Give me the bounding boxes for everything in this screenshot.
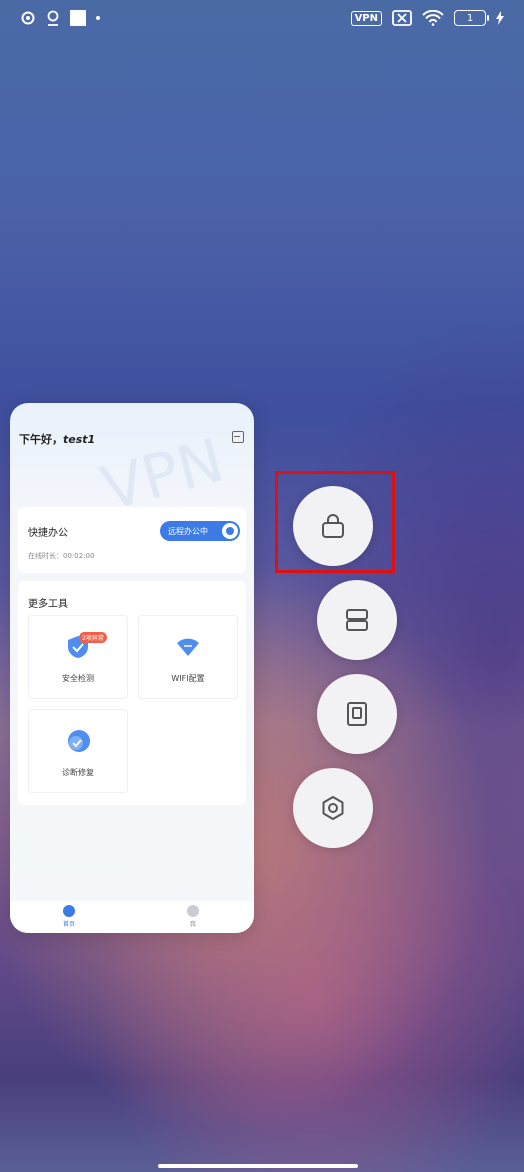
background-watermark: VPN — [95, 426, 231, 513]
tool-wifi-config[interactable]: WIFI配置 — [138, 615, 238, 699]
charging-icon — [496, 11, 504, 25]
split-screen-icon — [346, 609, 368, 631]
wifi-icon — [422, 10, 444, 26]
notification-icon — [70, 10, 86, 26]
tab-home[interactable]: 首页 — [54, 905, 84, 928]
tool-label: WIFI配置 — [171, 674, 205, 683]
wifi-config-icon — [177, 638, 199, 656]
scan-icon[interactable] — [232, 431, 244, 443]
quick-office-title: 快捷办公 — [28, 528, 68, 539]
tool-label: 诊断修复 — [62, 768, 94, 777]
more-dot-icon — [96, 16, 100, 20]
home-indicator[interactable] — [158, 1164, 358, 1168]
toggle-label: 远程办公中 — [168, 526, 208, 536]
location-icon — [47, 10, 59, 26]
highlight-box — [275, 471, 395, 573]
settings-icon — [322, 796, 344, 820]
toggle-knob — [222, 523, 238, 539]
tool-diagnose-repair[interactable]: 诊断修复 — [28, 709, 128, 793]
no-sim-icon — [392, 10, 412, 26]
online-duration: 在线时长：00:02:00 — [28, 552, 95, 560]
floating-window-button[interactable] — [317, 674, 397, 754]
svg-text:VPN: VPN — [95, 426, 231, 513]
remote-office-toggle[interactable]: 远程办公中 — [160, 521, 240, 541]
tool-security-check[interactable]: 2项异常 安全检测 — [28, 615, 128, 699]
status-bar: VPN 1 — [0, 0, 524, 40]
diagnose-icon — [68, 730, 90, 752]
home-tab-icon — [63, 905, 75, 917]
app-card[interactable]: VPN 下午好，test1 快捷办公 远程办公中 在线时长：00:02:00 更… — [10, 403, 254, 933]
vpn-icon: VPN — [350, 10, 382, 26]
app-settings-button[interactable] — [293, 768, 373, 848]
more-tools-title: 更多工具 — [28, 599, 68, 610]
tool-label: 安全检测 — [62, 674, 94, 683]
gear-icon — [21, 11, 35, 25]
floating-window-icon — [347, 702, 367, 726]
battery-icon: 1 — [454, 10, 489, 26]
warning-badge: 2项异常 — [79, 632, 107, 643]
split-screen-button[interactable] — [317, 580, 397, 660]
greeting: 下午好，test1 — [19, 433, 96, 446]
person-icon — [187, 905, 199, 917]
quick-office-panel: 快捷办公 远程办公中 在线时长：00:02:00 — [18, 507, 246, 573]
more-tools-panel: 更多工具 2项异常 安全检测 WIFI配置 诊断修复 — [18, 581, 246, 805]
tab-bar: 首页 我 — [10, 901, 254, 933]
tab-me[interactable]: 我 — [178, 905, 208, 928]
